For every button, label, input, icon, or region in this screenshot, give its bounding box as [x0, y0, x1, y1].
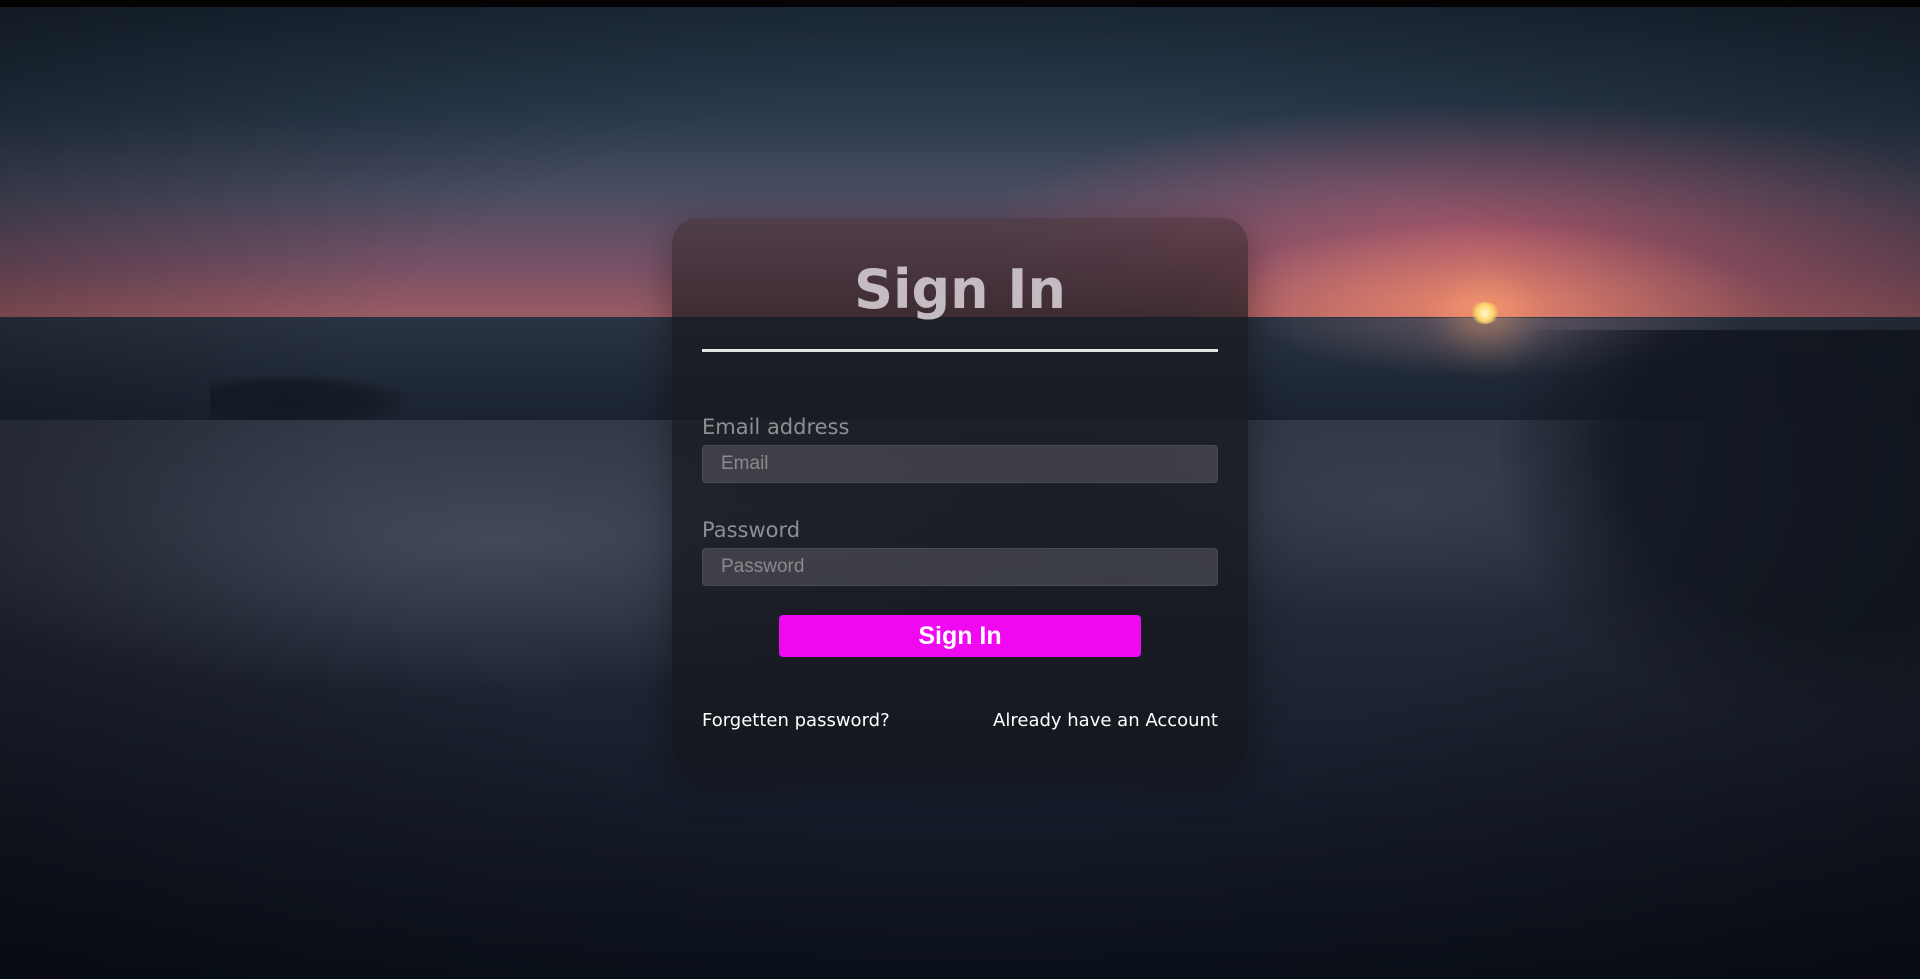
email-label: Email address [702, 415, 850, 439]
title-divider [702, 349, 1218, 352]
signin-card: Sign In Email address Password Sign In F… [672, 218, 1248, 770]
password-input[interactable] [702, 548, 1218, 586]
background-scene: Sign In Email address Password Sign In F… [0, 0, 1920, 979]
password-label: Password [702, 518, 801, 542]
signin-links-row: Forgetten password? Already have an Acco… [702, 710, 1218, 731]
existing-account-link[interactable]: Already have an Account [993, 710, 1218, 731]
signin-button[interactable]: Sign In [779, 615, 1141, 657]
signin-title: Sign In [854, 258, 1066, 321]
forgot-password-link[interactable]: Forgetten password? [702, 710, 890, 731]
email-input[interactable] [702, 445, 1218, 483]
